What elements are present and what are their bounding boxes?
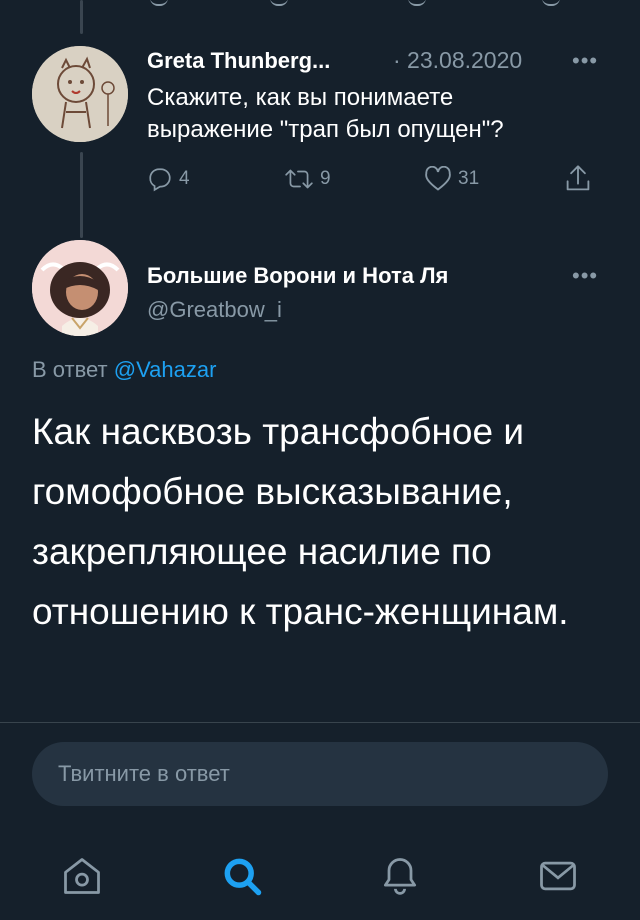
like-button[interactable]: 31 (424, 166, 479, 192)
avatar[interactable] (32, 46, 128, 142)
reply-icon (149, 168, 171, 192)
messages-icon (540, 861, 576, 891)
search-icon (224, 858, 262, 896)
divider (0, 722, 640, 723)
tab-home[interactable] (52, 846, 112, 906)
reply-button[interactable]: 4 (147, 166, 190, 192)
share-button[interactable] (564, 164, 598, 194)
reply-prefix: В ответ (32, 357, 108, 382)
retweet-icon (285, 169, 313, 189)
avatar[interactable] (32, 240, 128, 336)
parent-tweet-date: · 23.08.2020 (393, 47, 523, 73)
reply-mention-link[interactable]: @Vahazar (114, 357, 217, 382)
parent-tweet-text: Скажите, как вы понимаете выражение "тра… (147, 82, 587, 146)
parent-tweet-text-line: Скажите, как вы понимаете (147, 84, 454, 111)
ellipsis-icon[interactable]: ••• (572, 263, 598, 289)
parent-author-name[interactable]: Greta Thunberg... (147, 48, 330, 74)
tab-messages[interactable] (528, 846, 588, 906)
tab-notifications[interactable] (370, 846, 430, 906)
author-name[interactable]: Большие Ворони и Нота Ля (147, 263, 448, 289)
heart-icon (425, 166, 451, 191)
retweet-count: 9 (320, 168, 331, 189)
share-icon (566, 165, 590, 191)
previous-tweet-actions (150, 0, 610, 8)
home-icon (64, 858, 100, 894)
reply-context: В ответ @Vahazar (32, 357, 216, 383)
notifications-icon (383, 858, 417, 895)
tab-search[interactable] (212, 846, 272, 906)
retweet-button[interactable]: 9 (284, 166, 331, 192)
tweet-text: Как насквозь трансфобное и гомофобное вы… (32, 411, 569, 632)
reply-count: 4 (179, 168, 190, 189)
like-count: 31 (458, 168, 480, 189)
reply-input[interactable] (32, 742, 608, 806)
thread-line-bottom (80, 152, 83, 238)
reply-input-container[interactable] (32, 742, 608, 806)
tab-bar (0, 838, 640, 908)
parent-tweet-text-line: выражение "трап был опущен"? (147, 116, 504, 143)
ellipsis-icon[interactable]: ••• (572, 48, 598, 74)
author-handle[interactable]: @Greatbow_i (147, 297, 282, 323)
thread-line-top (80, 0, 83, 34)
